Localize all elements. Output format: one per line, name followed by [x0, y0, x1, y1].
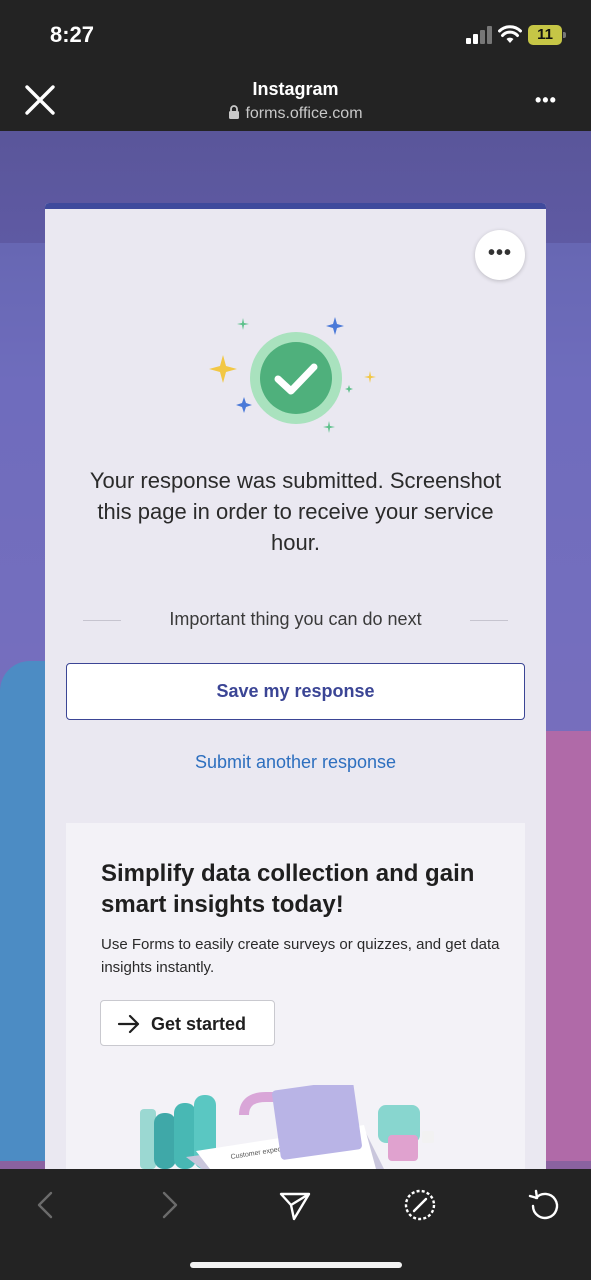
back-icon[interactable]: [27, 1187, 63, 1223]
compass-icon[interactable]: [402, 1187, 438, 1223]
card-more-button[interactable]: •••: [475, 230, 525, 280]
browser-header: 8:27 11 Instagram forms.office.com •••: [0, 0, 591, 131]
divider-left: [83, 620, 121, 621]
next-steps-heading: Important thing you can do next: [83, 608, 508, 632]
save-response-button[interactable]: Save my response: [66, 663, 525, 720]
checkmark-icon: [209, 317, 376, 433]
lock-icon: [229, 105, 240, 119]
reload-icon[interactable]: [527, 1187, 563, 1223]
battery-icon: 11: [528, 25, 566, 45]
submit-another-link[interactable]: Submit another response: [66, 752, 525, 773]
divider-right: [470, 620, 508, 621]
browser-url: forms.office.com: [0, 105, 591, 123]
wifi-icon: [498, 25, 522, 43]
confirmation-card: ••• Your response was submitted. Screens…: [45, 203, 546, 1169]
promo-title: Simplify data collection and gain smart …: [101, 860, 475, 918]
browser-more-icon[interactable]: •••: [535, 90, 565, 110]
share-icon[interactable]: [277, 1187, 313, 1223]
home-indicator[interactable]: [190, 1262, 402, 1268]
promo-description: Use Forms to easily create surveys or qu…: [101, 936, 500, 976]
signal-icon: [466, 26, 492, 44]
forward-icon[interactable]: [152, 1187, 188, 1223]
promo-panel: Simplify data collection and gain smart …: [66, 823, 525, 1169]
arrow-right-icon: [117, 1014, 140, 1034]
battery-level: 11: [537, 26, 553, 43]
confirmation-message: Your response was submitted. Screenshot …: [89, 468, 502, 555]
status-time: 8:27: [50, 22, 95, 47]
forms-illustration: Customer expectation survey: [140, 1085, 434, 1169]
get-started-label: Get started: [151, 1014, 247, 1034]
browser-title: Instagram: [252, 79, 339, 99]
get-started-button[interactable]: Get started: [100, 1000, 275, 1046]
browser-url-text: forms.office.com: [245, 105, 363, 122]
browser-toolbar: [0, 1169, 591, 1280]
card-accent-bar: [45, 203, 546, 209]
next-steps-label: Important thing you can do next: [169, 609, 422, 629]
